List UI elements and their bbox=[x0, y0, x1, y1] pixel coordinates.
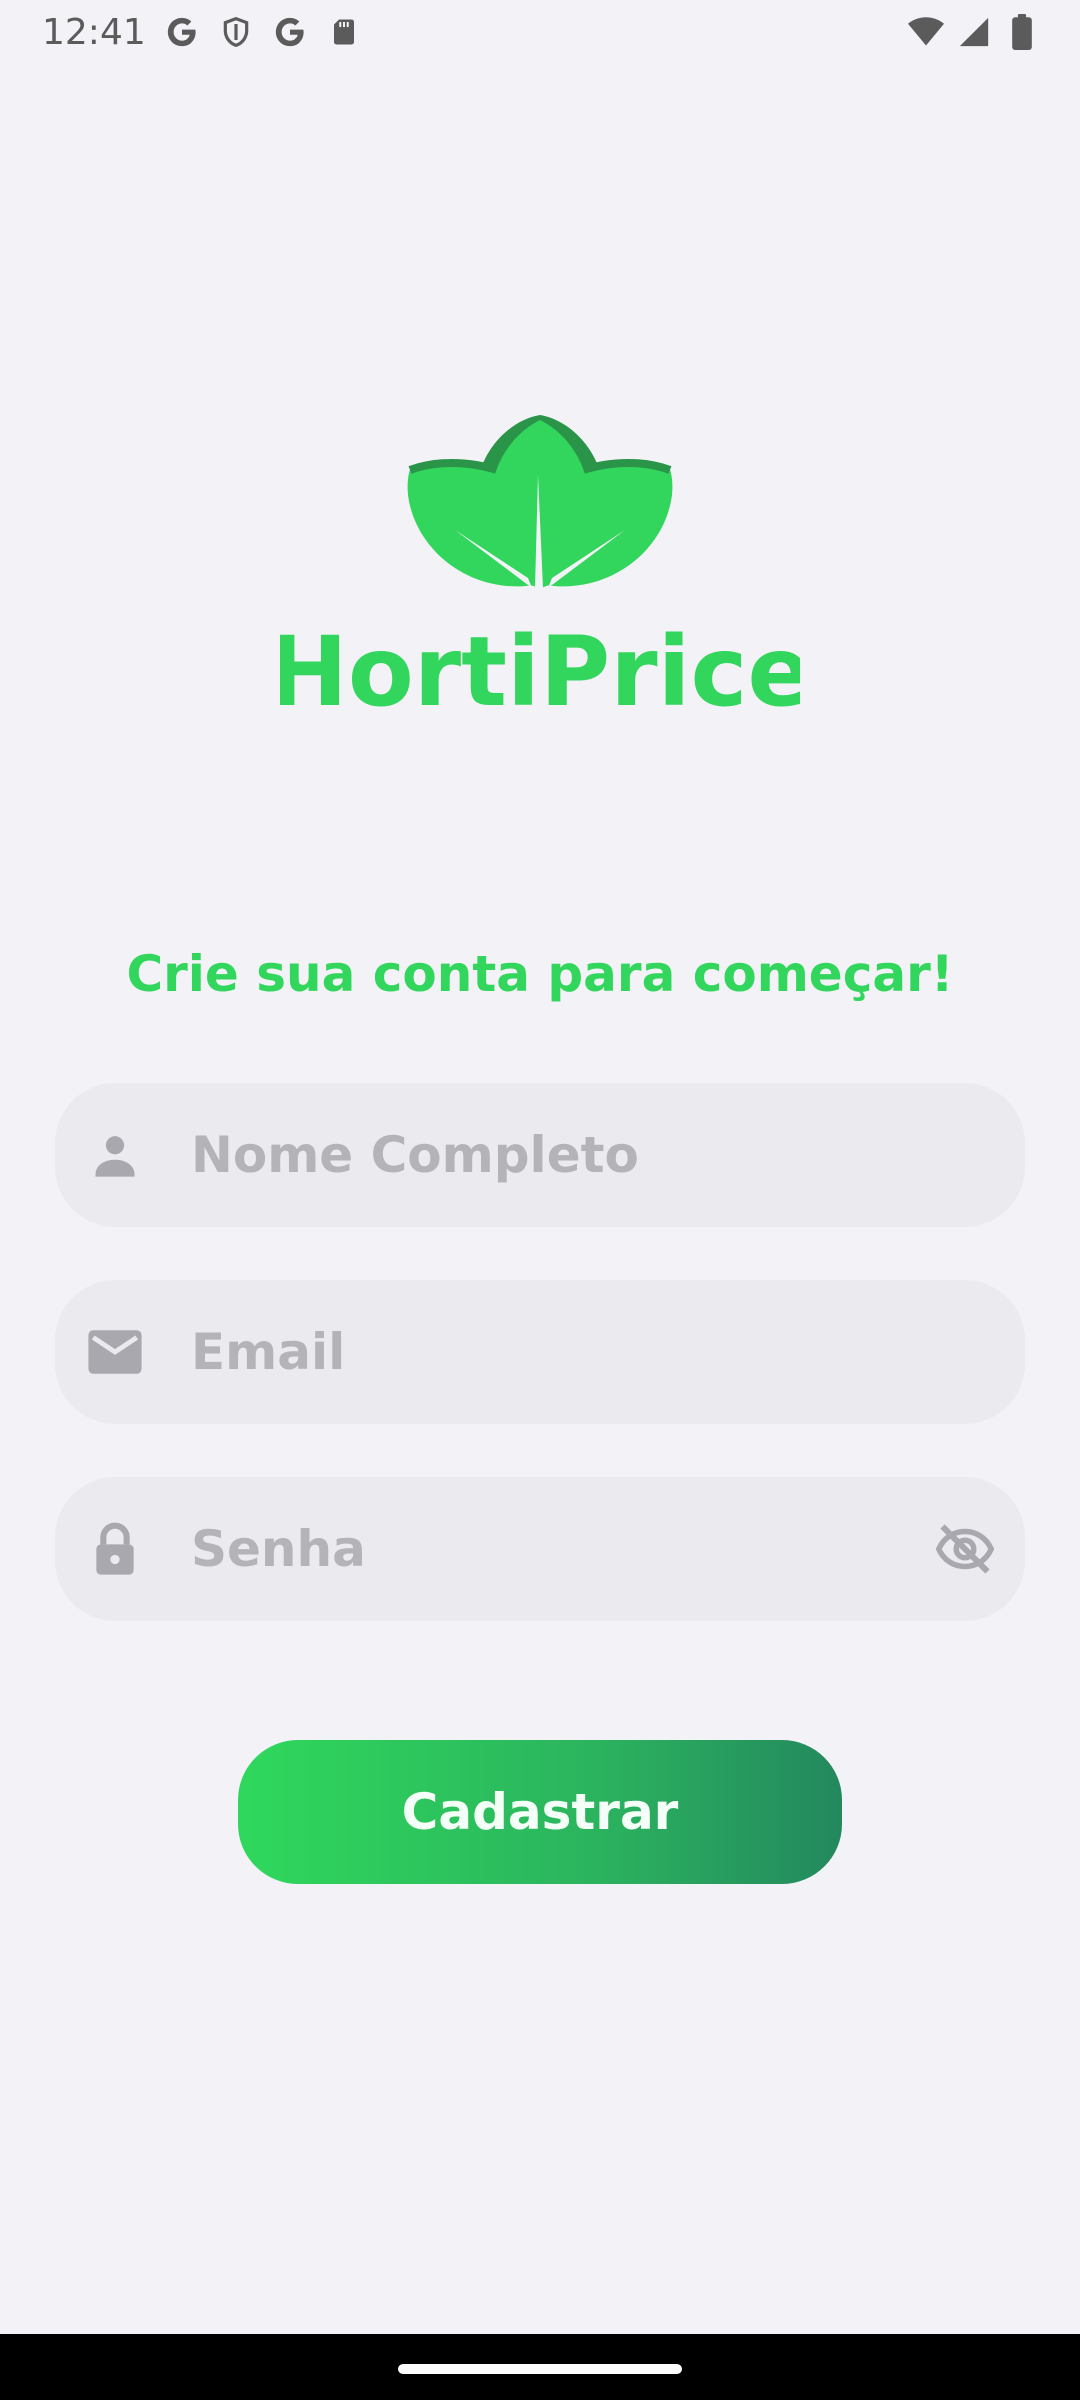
email-field[interactable] bbox=[55, 1280, 1025, 1424]
status-left: 12:41 bbox=[42, 12, 362, 53]
person-icon bbox=[85, 1125, 145, 1185]
signal-icon bbox=[956, 14, 992, 50]
shield-icon bbox=[218, 14, 254, 50]
logo-text: HortiPrice bbox=[280, 616, 800, 728]
password-input[interactable] bbox=[191, 1477, 891, 1621]
wifi-icon bbox=[908, 14, 944, 50]
sd-card-icon bbox=[326, 14, 362, 50]
hortiprice-logo: HortiPrice bbox=[267, 410, 813, 730]
lock-icon bbox=[85, 1519, 145, 1579]
google-icon bbox=[164, 14, 200, 50]
register-button[interactable]: Cadastrar bbox=[238, 1740, 842, 1884]
status-time: 12:41 bbox=[42, 11, 146, 53]
status-right bbox=[908, 14, 1040, 50]
password-field[interactable] bbox=[55, 1477, 1025, 1621]
home-handle[interactable] bbox=[398, 2364, 682, 2374]
name-input[interactable] bbox=[191, 1083, 951, 1227]
status-bar: 12:41 bbox=[0, 0, 1080, 64]
email-input[interactable] bbox=[191, 1280, 951, 1424]
google-icon bbox=[272, 14, 308, 50]
name-field[interactable] bbox=[55, 1083, 1025, 1227]
mail-icon bbox=[85, 1322, 145, 1382]
battery-icon bbox=[1004, 14, 1040, 50]
signup-headline: Crie sua conta para começar! bbox=[126, 945, 954, 1003]
eye-off-icon[interactable] bbox=[935, 1519, 995, 1579]
